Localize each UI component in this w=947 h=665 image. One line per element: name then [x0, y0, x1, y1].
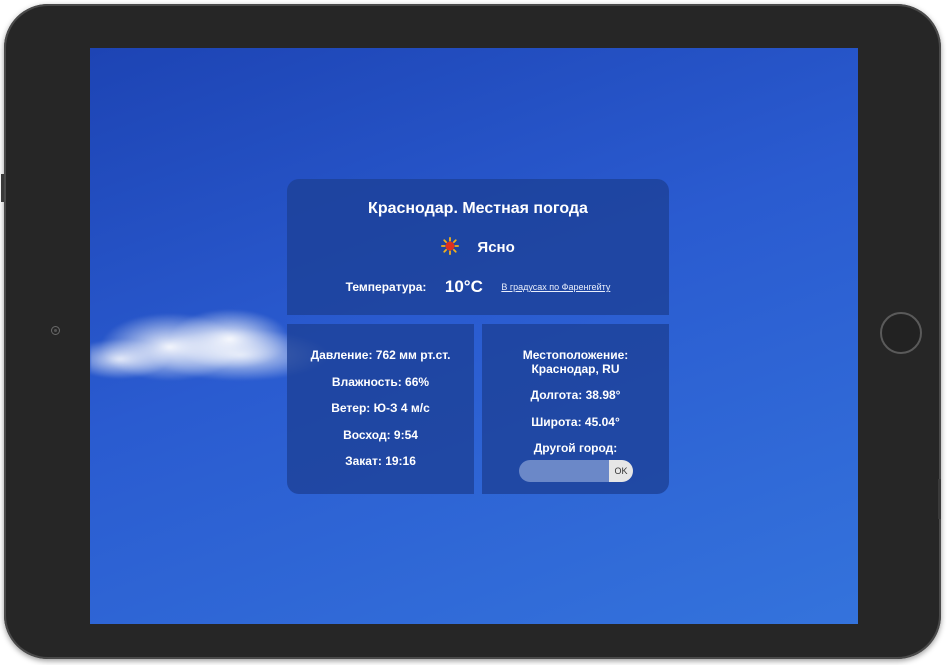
temperature-row: Температура: 10°C В градусах по Фаренгей… — [287, 277, 669, 297]
condition-row: Ясно — [287, 237, 669, 256]
latitude-text: Широта: 45.04° — [531, 415, 620, 429]
other-city-label: Другой город: — [533, 441, 618, 455]
ok-button[interactable]: OK — [609, 460, 633, 482]
sunrise-text: Восход: 9:54 — [343, 427, 418, 442]
sun-icon — [441, 237, 460, 255]
location-panel: Местоположение: Краснодар, RU Долгота: 3… — [482, 324, 669, 494]
humidity-text: Влажность: 66% — [331, 374, 430, 389]
tablet-frame: Краснодар. Местная погода Ясно Температу… — [1, 4, 941, 659]
location-place: Краснодар, RU — [531, 362, 620, 376]
weather-details-panel: Давление: 762 мм рт.ст. Влажность: 66% В… — [287, 324, 474, 494]
temperature-value: 10°C — [444, 277, 483, 296]
longitude-text: Долгота: 38.98° — [530, 388, 621, 402]
temperature-label: Температура: — [345, 280, 427, 294]
camera-icon — [51, 326, 60, 335]
city-form: OK — [519, 460, 633, 482]
fahrenheit-link[interactable]: В градусах по Фаренгейту — [501, 282, 610, 292]
page-title: Краснодар. Местная погода — [368, 200, 588, 217]
home-button[interactable] — [880, 312, 922, 354]
sunset-text: Закат: 19:16 — [345, 454, 416, 468]
pressure-text: Давление: 762 мм рт.ст. — [310, 348, 451, 362]
wind-text: Ветер: Ю-З 4 м/с — [331, 401, 430, 415]
city-input[interactable] — [519, 460, 609, 482]
location-label: Местоположение: — [522, 348, 629, 362]
power-button — [938, 479, 941, 519]
condition-text: Ясно — [477, 239, 515, 256]
screen: Краснодар. Местная погода Ясно Температу… — [90, 48, 858, 624]
weather-summary-panel: Краснодар. Местная погода Ясно Температу… — [287, 179, 669, 315]
volume-button — [1, 174, 4, 202]
